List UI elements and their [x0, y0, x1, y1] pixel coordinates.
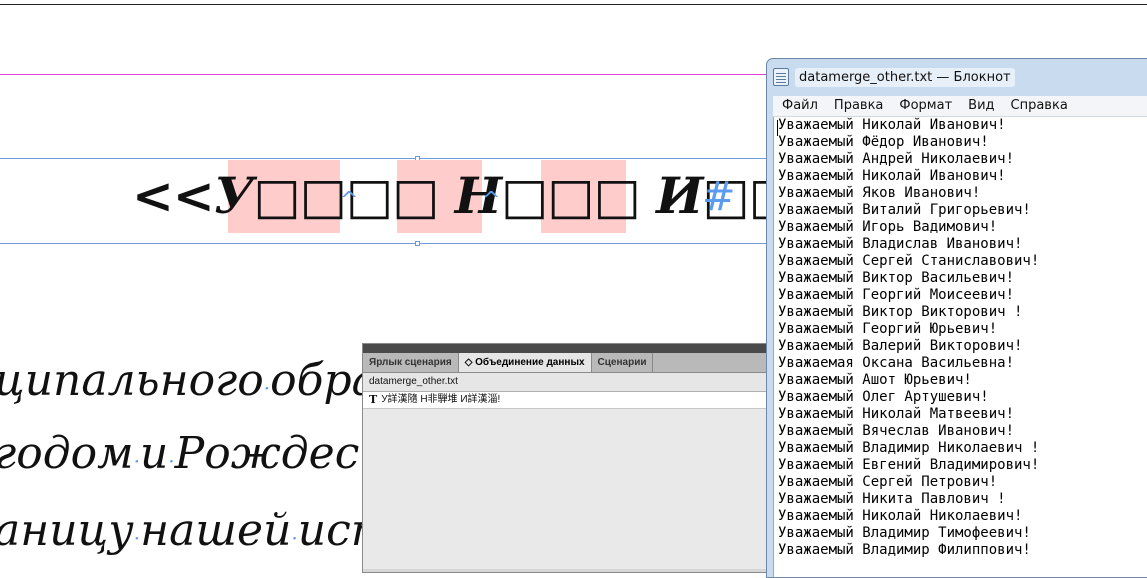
space-marker-icon: ^ [340, 188, 359, 213]
menu-file[interactable]: Файл [773, 96, 825, 116]
text-line: Уважаемый Николай Николаевич! [778, 508, 1023, 524]
notepad-icon [773, 68, 789, 86]
text-line: Уважаемый Георгий Моисеевич! [778, 287, 1015, 303]
notepad-window: datamerge_other.txt — Блокнот Файл Правк… [766, 58, 1147, 578]
text-line: Уважаемый Владимир Тимофеевич! [778, 525, 1031, 541]
body-word: аницу [0, 505, 134, 556]
menu-bar: Файл Правка Формат Вид Справка [773, 96, 1147, 117]
text-line: Уважаемый Николай Матвеевич! [778, 406, 1015, 422]
menu-view[interactable]: Вид [959, 96, 1001, 116]
text-line: Уважаемый Сергей Петрович! [778, 474, 998, 490]
tab-data-merge[interactable]: ◇ Объединение данных [458, 353, 592, 372]
body-text-line[interactable]: ципального·обра [0, 355, 378, 406]
text-line: Уважаемый Владимир Филиппович! [778, 542, 1031, 558]
text-line: Уважаемый Владислав Иванович! [778, 236, 1023, 252]
text-line: Уважаемый Виктор Васильевич! [778, 270, 1015, 286]
menu-format[interactable]: Формат [890, 96, 959, 116]
end-of-story-mark: # [702, 174, 736, 220]
text-line: Уважаемая Оксана Васильевна! [778, 355, 1015, 371]
text-line: Уважаемый Евгений Владимирович! [778, 457, 1040, 473]
field-list-empty-area [363, 409, 781, 569]
text-frame-bottom-edge [0, 243, 770, 244]
text-line: Уважаемый Виталий Григорьевич! [778, 202, 1031, 218]
text-frame-top-edge [0, 158, 770, 159]
text-frame-bottom-handle[interactable] [415, 241, 420, 246]
text-line: Уважаемый Яков Иванович! [778, 185, 981, 201]
text-line: Уважаемый Георгий Юрьевич! [778, 321, 998, 337]
data-source-file: datamerge_other.txt [363, 373, 781, 392]
panel-title-bar[interactable] [363, 344, 781, 353]
data-field-row[interactable]: T У詳漢隨 Н非騨堆 И詳漢淄! [363, 392, 781, 409]
body-word: годом [0, 428, 134, 479]
text-line: Уважаемый Олег Артушевич! [778, 389, 989, 405]
text-line: Уважаемый Николай Иванович! [778, 168, 1006, 184]
text-line: Уважаемый Ашот Юрьевич! [778, 372, 972, 388]
panel-tabs: Ярлык сценария ◇ Объединение данных Сцен… [363, 353, 781, 373]
notepad-title-bar[interactable]: datamerge_other.txt — Блокнот [773, 63, 1015, 91]
text-line: Уважаемый Фёдор Иванович! [778, 134, 989, 150]
body-word: ципального [0, 355, 264, 406]
text-field-icon: T [369, 393, 378, 406]
text-line: Уважаемый Виктор Викторович ! [778, 304, 1023, 320]
menu-help[interactable]: Справка [1002, 96, 1075, 116]
tab-script-label[interactable]: Ярлык сценария [363, 353, 459, 372]
body-text-line[interactable]: аницу·нашей·ист [0, 505, 392, 556]
data-field-name: У詳漢隨 Н非騨堆 И詳漢淄! [381, 394, 501, 405]
text-line: Уважаемый Никита Павлович ! [778, 491, 1006, 507]
text-line: Уважаемый Сергей Станиславович! [778, 253, 1040, 269]
text-line: Уважаемый Вячеслав Иванович! [778, 423, 1015, 439]
body-text-line[interactable]: годом·и·Рождест [0, 428, 401, 479]
body-word: нашей [140, 505, 292, 556]
text-cursor [777, 120, 778, 136]
body-word: и [139, 428, 169, 479]
menu-edit[interactable]: Правка [825, 96, 890, 116]
space-marker-icon: ^ [482, 188, 501, 213]
data-merge-panel: Ярлык сценария ◇ Объединение данных Сцен… [362, 343, 782, 573]
text-line: Уважаемый Валерий Викторович! [778, 338, 1023, 354]
tab-scripts[interactable]: Сценарии [592, 353, 654, 372]
page-edge [0, 4, 1147, 5]
text-line: Уважаемый Николай Иванович! [778, 117, 1006, 133]
text-line: Уважаемый Владимир Николаевич ! [778, 440, 1040, 456]
margin-guide [0, 74, 770, 75]
text-line: Уважаемый Андрей Николаевич! [778, 151, 1015, 167]
text-editor[interactable]: Уважаемый Николай Иванович! Уважаемый Фёд… [773, 117, 1147, 577]
window-title: datamerge_other.txt — Блокнот [795, 67, 1015, 87]
text-line: Уважаемый Игорь Вадимович! [778, 219, 998, 235]
